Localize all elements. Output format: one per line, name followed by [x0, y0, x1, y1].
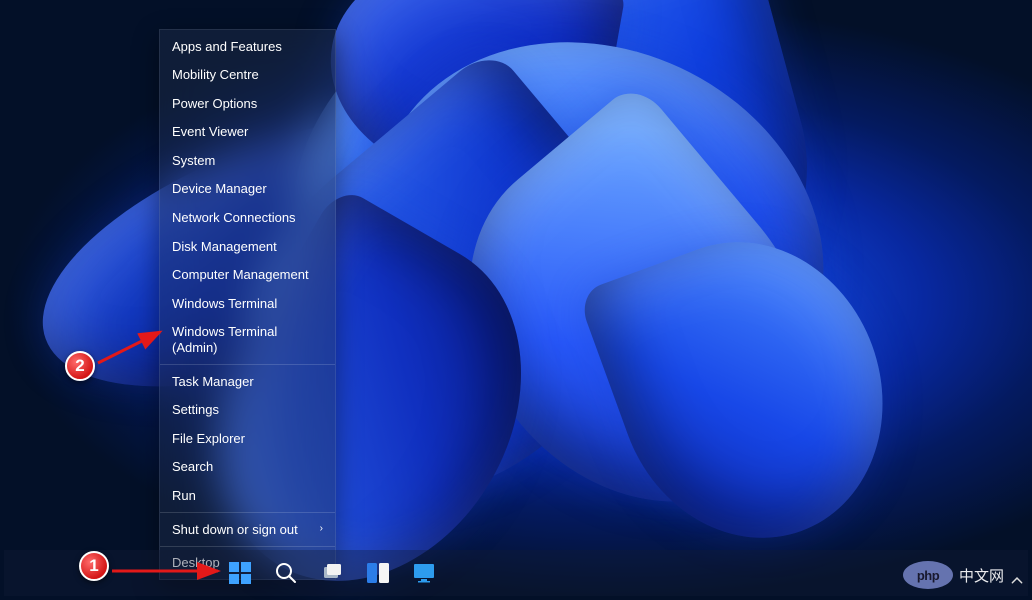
search-button[interactable]: [274, 561, 298, 585]
search-icon: [274, 561, 298, 585]
monitor-icon: [412, 561, 436, 585]
widgets-icon: [366, 561, 390, 585]
menu-network-connections[interactable]: Network Connections: [160, 204, 335, 233]
annotation-arrow-1: [110, 560, 230, 582]
tray-overflow-button[interactable]: [1008, 572, 1026, 590]
menu-apps-and-features[interactable]: Apps and Features: [160, 32, 335, 61]
windows-logo-icon: [228, 561, 252, 585]
system-tray: [1008, 572, 1026, 590]
menu-windows-terminal-admin[interactable]: Windows Terminal (Admin): [160, 318, 335, 362]
menu-shut-down-or-sign-out[interactable]: Shut down or sign out ›: [160, 515, 335, 544]
task-view-icon: [320, 561, 344, 585]
annotation-arrow-2: [96, 327, 170, 367]
desktop-wallpaper: [0, 0, 1032, 600]
monitor-app-button[interactable]: [412, 561, 436, 585]
widgets-button[interactable]: [366, 561, 390, 585]
menu-computer-management[interactable]: Computer Management: [160, 261, 335, 290]
menu-separator: [160, 546, 335, 547]
menu-disk-management[interactable]: Disk Management: [160, 232, 335, 261]
menu-task-manager[interactable]: Task Manager: [160, 367, 335, 396]
menu-settings[interactable]: Settings: [160, 396, 335, 425]
menu-event-viewer[interactable]: Event Viewer: [160, 118, 335, 147]
winx-context-menu: Apps and Features Mobility Centre Power …: [159, 29, 336, 580]
chevron-up-icon: [1010, 574, 1024, 588]
chevron-right-icon: ›: [320, 523, 323, 535]
annotation-marker-1: 1: [79, 551, 109, 581]
menu-system[interactable]: System: [160, 146, 335, 175]
menu-file-explorer[interactable]: File Explorer: [160, 424, 335, 453]
annotation-marker-2: 2: [65, 351, 95, 381]
menu-search[interactable]: Search: [160, 453, 335, 482]
menu-windows-terminal[interactable]: Windows Terminal: [160, 289, 335, 318]
menu-separator: [160, 512, 335, 513]
php-logo-icon: php: [903, 561, 953, 589]
menu-device-manager[interactable]: Device Manager: [160, 175, 335, 204]
menu-power-options[interactable]: Power Options: [160, 89, 335, 118]
start-button[interactable]: [228, 561, 252, 585]
menu-run[interactable]: Run: [160, 482, 335, 511]
task-view-button[interactable]: [320, 561, 344, 585]
watermark-text: 中文网: [959, 565, 1004, 586]
watermark: php 中文网: [903, 560, 1004, 590]
menu-mobility-centre[interactable]: Mobility Centre: [160, 61, 335, 90]
menu-separator: [160, 364, 335, 365]
